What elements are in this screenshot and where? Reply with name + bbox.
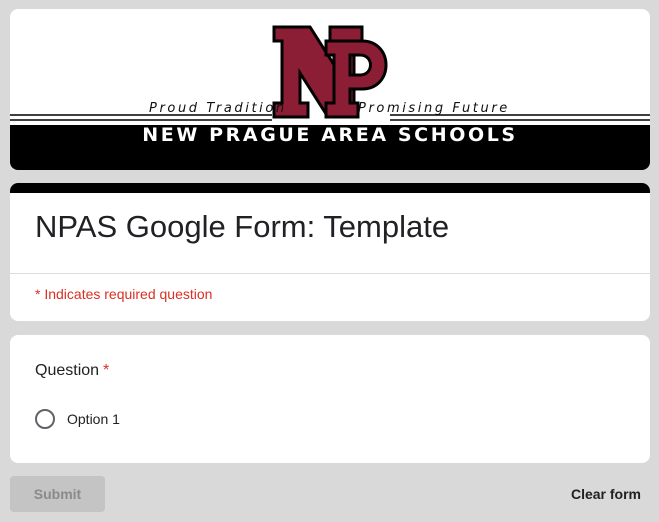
required-marker: *	[103, 362, 110, 379]
radio-option-1[interactable]: Option 1	[35, 408, 120, 430]
form-title-card: NPAS Google Form: Template * Indicates r…	[10, 183, 650, 321]
np-logo	[10, 25, 650, 125]
header-banner: Proud Tradition Promising Future NEW PRA…	[10, 9, 650, 170]
tagline-right: Promising Future	[358, 101, 510, 116]
title-card-accent	[10, 183, 650, 193]
question-card: Question * Option 1	[10, 335, 650, 463]
clear-form-button[interactable]: Clear form	[560, 476, 652, 512]
option-label: Option 1	[67, 411, 120, 427]
tagline-left: Proud Tradition	[149, 101, 287, 116]
question-text: Question	[35, 362, 100, 379]
question-label: Question *	[35, 361, 109, 381]
required-note: * Indicates required question	[35, 286, 213, 302]
form-title: NPAS Google Form: Template	[35, 209, 450, 244]
radio-button[interactable]	[35, 409, 55, 429]
school-name: NEW PRAGUE AREA SCHOOLS	[142, 124, 518, 146]
submit-button[interactable]: Submit	[10, 476, 105, 512]
title-divider	[10, 273, 650, 274]
